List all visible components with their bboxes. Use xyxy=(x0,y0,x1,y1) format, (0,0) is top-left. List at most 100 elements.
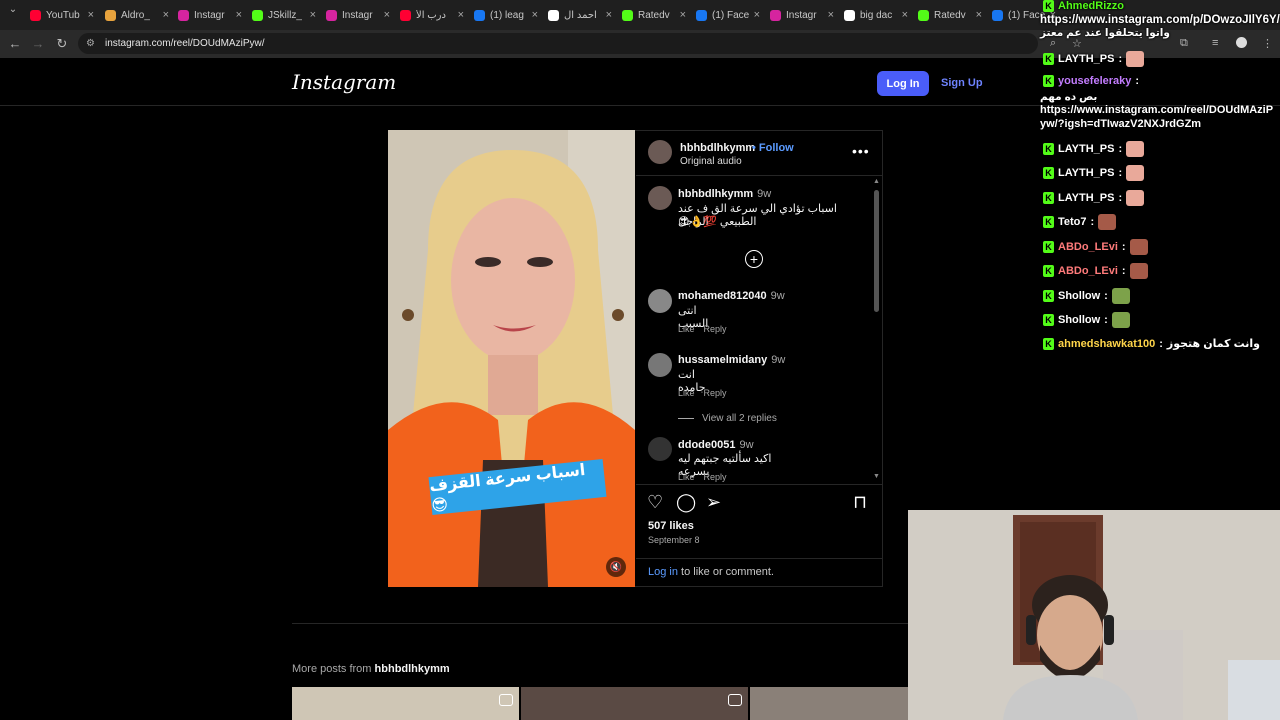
comment-user[interactable]: ddode0051 9w xyxy=(678,439,754,451)
tab-close-icon[interactable]: × xyxy=(606,9,612,21)
browser-tab[interactable]: Ratedv × xyxy=(918,4,982,26)
reel-icon xyxy=(499,694,513,706)
site-info-icon[interactable]: ⚙ xyxy=(86,38,95,49)
tab-close-icon[interactable]: × xyxy=(828,9,834,21)
view-replies-label: View all 2 replies xyxy=(702,413,777,424)
follow-button[interactable]: • Follow xyxy=(752,142,794,154)
tab-close-icon[interactable]: × xyxy=(458,9,464,21)
tab-close-icon[interactable]: × xyxy=(88,9,94,21)
browser-tab[interactable]: (1) Face × xyxy=(696,4,760,26)
tab-favicon-icon xyxy=(770,9,781,21)
browser-tab[interactable]: big dac × xyxy=(844,4,908,26)
save-bookmark-icon[interactable]: ⊓ xyxy=(853,492,867,513)
tab-close-icon[interactable]: × xyxy=(680,9,686,21)
more-posts-prefix: More posts from xyxy=(292,663,375,675)
tab-close-icon[interactable]: × xyxy=(976,9,982,21)
browser-tab[interactable]: Instagr × xyxy=(178,4,242,26)
comment-like-button[interactable]: Like xyxy=(678,324,695,334)
login-link[interactable]: Log in xyxy=(648,566,678,578)
tab-favicon-icon xyxy=(326,9,337,21)
browser-tab[interactable]: JSkillz_ × xyxy=(252,4,316,26)
view-replies-button[interactable]: View all 2 replies xyxy=(678,413,777,424)
like-heart-icon[interactable]: ♡ xyxy=(647,492,663,513)
comment-reply-button[interactable]: Reply xyxy=(704,388,727,398)
browser-tab[interactable]: احمد ال × xyxy=(548,4,612,26)
face-emote-icon xyxy=(1126,190,1145,206)
browser-tab[interactable]: YouTub × xyxy=(30,4,94,26)
mute-button[interactable]: 🔇 xyxy=(606,557,626,577)
likes-count[interactable]: 507 likes xyxy=(648,520,694,532)
url-text[interactable]: instagram.com/reel/DOUdMAziPyw/ xyxy=(105,38,264,49)
comment-actions: Like Reply xyxy=(678,388,727,398)
tab-label: Aldro_ xyxy=(121,9,150,21)
tab-close-icon[interactable]: × xyxy=(384,9,390,21)
login-button[interactable]: Log In xyxy=(877,71,929,96)
comment-username[interactable]: hussamelmidany xyxy=(678,354,767,366)
more-post-thumbnail[interactable] xyxy=(750,687,908,720)
commenter-avatar[interactable] xyxy=(648,353,672,377)
scrollbar-thumb[interactable] xyxy=(874,190,879,312)
chat-message: K AhmedRizzo xyxy=(1043,0,1124,12)
post-author[interactable]: hbhbdlhkymm xyxy=(680,142,755,154)
chat-username: LAYTH_PS xyxy=(1058,53,1115,65)
signup-link[interactable]: Sign Up xyxy=(941,77,983,89)
caption-avatar[interactable] xyxy=(648,186,672,210)
comment-reply-button[interactable]: Reply xyxy=(704,472,727,482)
caption-username[interactable]: hbhbdlhkymm xyxy=(678,188,753,200)
tab-close-icon[interactable]: × xyxy=(310,9,316,21)
browser-tab[interactable]: Instagr × xyxy=(770,4,834,26)
audio-label[interactable]: Original audio xyxy=(680,156,742,167)
commenter-avatar[interactable] xyxy=(648,289,672,313)
comment-username[interactable]: mohamed812040 xyxy=(678,290,767,302)
instagram-logo[interactable]: Instagram xyxy=(292,70,396,94)
more-post-thumbnail[interactable] xyxy=(521,687,748,720)
chat-message-text: بص ده مهم xyxy=(1040,91,1098,103)
face-emote-icon xyxy=(1129,239,1148,255)
comment-like-button[interactable]: Like xyxy=(678,388,695,398)
more-posts-user-link[interactable]: hbhbdlhkymm xyxy=(375,663,450,675)
tab-close-icon[interactable]: × xyxy=(236,9,242,21)
scroll-up-arrow-icon[interactable]: ▲ xyxy=(873,178,880,185)
share-send-icon[interactable]: ➢ xyxy=(706,492,721,513)
reload-icon[interactable]: ↻ xyxy=(53,36,71,52)
reel-video[interactable] xyxy=(388,130,635,587)
chat-message: K Shollow: xyxy=(1043,288,1130,304)
tab-close-icon[interactable]: × xyxy=(163,9,169,21)
browser-tab[interactable]: درب الأ × xyxy=(400,4,464,26)
streamer-webcam xyxy=(908,510,1280,720)
comment-user[interactable]: hussamelmidany 9w xyxy=(678,354,785,366)
face-emote-icon xyxy=(1129,263,1148,279)
browser-tab[interactable]: (1) leag × xyxy=(474,4,538,26)
browser-tab[interactable]: Instagr × xyxy=(326,4,390,26)
tab-close-icon[interactable]: × xyxy=(754,9,760,21)
kick-badge-icon: K xyxy=(1043,314,1054,326)
profile-avatar[interactable] xyxy=(1236,37,1247,48)
comment-like-button[interactable]: Like xyxy=(678,472,695,482)
chat-username: Shollow xyxy=(1058,314,1101,326)
browser-menu-icon[interactable]: ⋮ xyxy=(1262,37,1273,50)
tab-list-chevron-icon[interactable]: ⌄ xyxy=(4,4,22,15)
comment-bubble-icon[interactable]: ◯ xyxy=(676,492,696,513)
face-emote-icon xyxy=(1126,165,1145,181)
tab-close-icon[interactable]: × xyxy=(532,9,538,21)
extensions-icon[interactable]: ⧉ xyxy=(1180,37,1188,50)
chat-username: Shollow xyxy=(1058,290,1101,302)
back-icon[interactable]: ← xyxy=(6,36,24,51)
scroll-down-arrow-icon[interactable]: ▼ xyxy=(873,473,880,480)
add-comment-icon[interactable]: + xyxy=(745,250,763,268)
caption-user[interactable]: hbhbdlhkymm 9w xyxy=(678,188,771,200)
browser-tab[interactable]: Ratedv × xyxy=(622,4,686,26)
tab-close-icon[interactable]: × xyxy=(902,9,908,21)
browser-tab[interactable]: Aldro_ × xyxy=(105,4,169,26)
forward-icon[interactable]: → xyxy=(29,36,47,51)
comment-reply-button[interactable]: Reply xyxy=(704,324,727,334)
kick-badge-icon: K xyxy=(1043,216,1054,228)
comment-username[interactable]: ddode0051 xyxy=(678,439,735,451)
tab-label: Instagr xyxy=(194,9,225,21)
commenter-avatar[interactable] xyxy=(648,437,672,461)
media-controls-icon[interactable]: ≡ xyxy=(1212,37,1218,49)
author-avatar[interactable] xyxy=(648,140,672,164)
comment-user[interactable]: mohamed812040 9w xyxy=(678,290,785,302)
more-post-thumbnail[interactable] xyxy=(292,687,519,720)
more-options-icon[interactable]: ••• xyxy=(852,143,870,159)
